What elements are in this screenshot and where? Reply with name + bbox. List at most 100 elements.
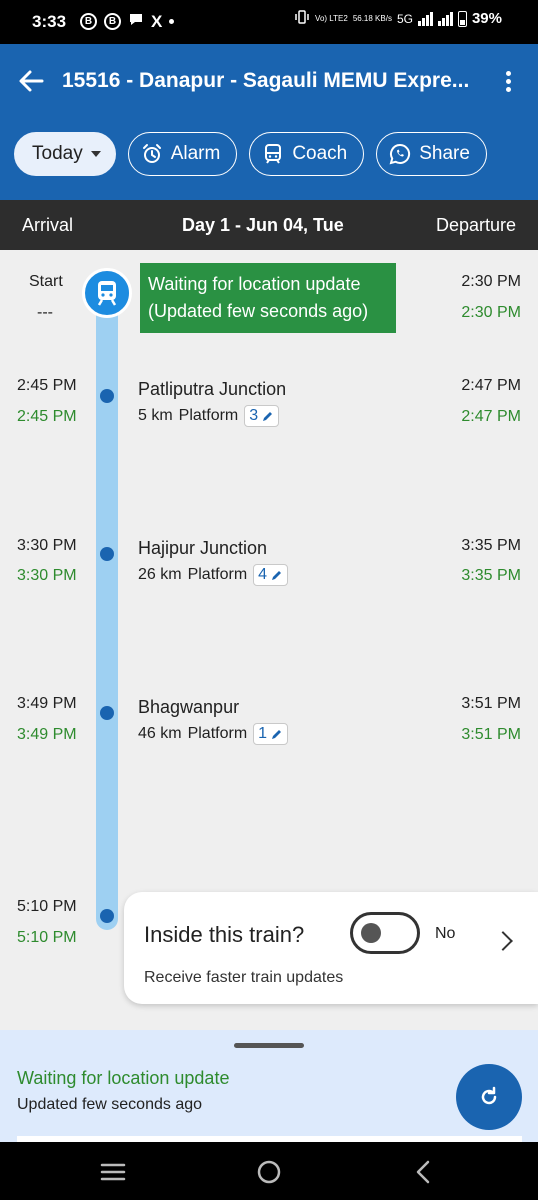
platform-edit-button[interactable]: 3 xyxy=(244,405,280,427)
coach-button[interactable]: Coach xyxy=(249,132,365,176)
station-name[interactable]: Hajipur Junction xyxy=(138,538,267,559)
departure-actual: 2:47 PM xyxy=(461,408,521,425)
back-nav-icon[interactable] xyxy=(413,1159,433,1190)
battery-percent: 39% xyxy=(471,10,502,27)
departure-scheduled: 3:51 PM xyxy=(461,695,521,712)
sheet-updated-text: Updated few seconds ago xyxy=(17,1096,203,1113)
location-status-box: Waiting for location update (Updated few… xyxy=(140,263,396,333)
arrival-header: Arrival xyxy=(22,215,74,235)
station-distance: 46 km xyxy=(138,725,182,742)
start-arrival-placeholder: --- xyxy=(37,304,53,321)
notification-icons: B B X xyxy=(80,11,175,32)
vibrate-icon xyxy=(294,10,310,27)
share-label: Share xyxy=(419,143,470,164)
drag-handle[interactable] xyxy=(234,1043,304,1048)
today-label: Today xyxy=(32,143,83,164)
recent-apps-icon[interactable] xyxy=(100,1162,126,1187)
battery-icon xyxy=(457,10,467,27)
today-dropdown[interactable]: Today xyxy=(14,132,116,176)
arrival-scheduled: 2:45 PM xyxy=(17,377,77,394)
b-app-icon: B xyxy=(104,13,121,30)
network-speed: 56.18 KB/s xyxy=(352,14,392,23)
station-distance: 5 km xyxy=(138,407,173,424)
action-chips: Today Alarm Coach Share xyxy=(14,132,487,176)
day-header: Arrival Day 1 - Jun 04, Tue Departure xyxy=(0,200,538,250)
platform-label: Platform xyxy=(178,407,239,424)
alarm-clock-icon xyxy=(141,143,163,165)
platform-number: 1 xyxy=(258,725,268,742)
caret-down-icon xyxy=(90,151,101,157)
inside-train-subtitle: Receive faster train updates xyxy=(144,969,344,986)
train-icon xyxy=(82,268,132,318)
station-name[interactable]: Bhagwanpur xyxy=(138,697,239,718)
departure-actual: 3:51 PM xyxy=(461,726,521,743)
refresh-button[interactable] xyxy=(456,1064,522,1130)
more-options-icon[interactable] xyxy=(500,68,516,96)
chevron-right-icon[interactable] xyxy=(493,931,513,951)
station-dot xyxy=(100,706,114,720)
more-notifications-dot xyxy=(169,19,175,24)
inside-train-toggle[interactable] xyxy=(350,912,420,954)
pencil-icon xyxy=(272,570,282,580)
back-arrow-icon[interactable] xyxy=(16,66,46,96)
alarm-label: Alarm xyxy=(170,143,221,164)
day-date-header: Day 1 - Jun 04, Tue xyxy=(182,215,344,235)
start-label: Start xyxy=(29,273,63,290)
location-status-text: Waiting for location update xyxy=(148,274,361,294)
arrival-actual: 2:45 PM xyxy=(17,408,77,425)
platform-label: Platform xyxy=(187,566,248,583)
platform-edit-button[interactable]: 4 xyxy=(253,564,289,586)
station-meta: 5 km Platform 3 xyxy=(138,405,280,427)
train-coach-icon xyxy=(262,143,284,165)
arrival-scheduled: 5:10 PM xyxy=(17,898,77,915)
x-icon: X xyxy=(151,11,163,31)
inside-train-card[interactable]: Inside this train? No Receive faster tra… xyxy=(124,892,538,1004)
alarm-button[interactable]: Alarm xyxy=(127,132,238,176)
app-bar: 15516 - Danapur - Sagauli MEMU Expre... … xyxy=(0,44,538,200)
arrival-actual: 3:30 PM xyxy=(17,567,77,584)
station-dot xyxy=(100,909,114,923)
arrival-scheduled: 3:49 PM xyxy=(17,695,77,712)
platform-number: 4 xyxy=(258,566,268,583)
chat-bubble-icon xyxy=(128,11,144,32)
status-time: 3:33 xyxy=(32,12,67,31)
station-distance: 26 km xyxy=(138,566,182,583)
departure-header: Departure xyxy=(435,215,516,235)
sheet-status-text: Waiting for location update xyxy=(17,1068,230,1088)
network-type-label: Vo) LTE2 xyxy=(315,14,348,23)
refresh-icon xyxy=(481,1086,497,1105)
station-name[interactable]: Patliputra Junction xyxy=(138,379,286,400)
departure-scheduled: 3:35 PM xyxy=(461,537,521,554)
share-button[interactable]: Share xyxy=(376,132,487,176)
signal-icon xyxy=(437,11,453,26)
station-meta: 46 km Platform 1 xyxy=(138,723,289,745)
departure-scheduled: 2:30 PM xyxy=(461,273,521,290)
departure-actual: 3:35 PM xyxy=(461,567,521,584)
network-label: 5G xyxy=(396,11,413,26)
bottom-sheet[interactable]: Waiting for location update Updated few … xyxy=(0,1030,538,1142)
departure-scheduled: 2:47 PM xyxy=(461,377,521,394)
arrival-actual: 3:49 PM xyxy=(17,726,77,743)
platform-number: 3 xyxy=(249,407,259,424)
system-indicators: Vo) LTE2 56.18 KB/s 5G 39% xyxy=(294,10,502,27)
page-title: 15516 - Danapur - Sagauli MEMU Expre... xyxy=(62,69,470,92)
station-meta: 26 km Platform 4 xyxy=(138,564,289,586)
whatsapp-icon xyxy=(389,143,411,165)
arrival-actual: 5:10 PM xyxy=(17,929,77,946)
arrival-scheduled: 3:30 PM xyxy=(17,537,77,554)
station-dot xyxy=(100,547,114,561)
route-track xyxy=(96,290,118,930)
b-app-icon: B xyxy=(80,13,97,30)
status-bar: 3:33 B B X Vo) LTE2 56.18 KB/s 5G 39% xyxy=(0,0,538,44)
signal-icon xyxy=(417,11,433,26)
pencil-icon xyxy=(263,411,273,421)
pencil-icon xyxy=(272,729,282,739)
station-dot xyxy=(100,389,114,403)
departure-actual: 2:30 PM xyxy=(461,304,521,321)
toggle-value-label: No xyxy=(435,925,456,942)
system-nav-bar xyxy=(0,1142,538,1200)
home-icon[interactable] xyxy=(256,1159,282,1190)
platform-label: Platform xyxy=(187,725,248,742)
platform-edit-button[interactable]: 1 xyxy=(253,723,289,745)
inside-train-question: Inside this train? xyxy=(144,922,305,947)
